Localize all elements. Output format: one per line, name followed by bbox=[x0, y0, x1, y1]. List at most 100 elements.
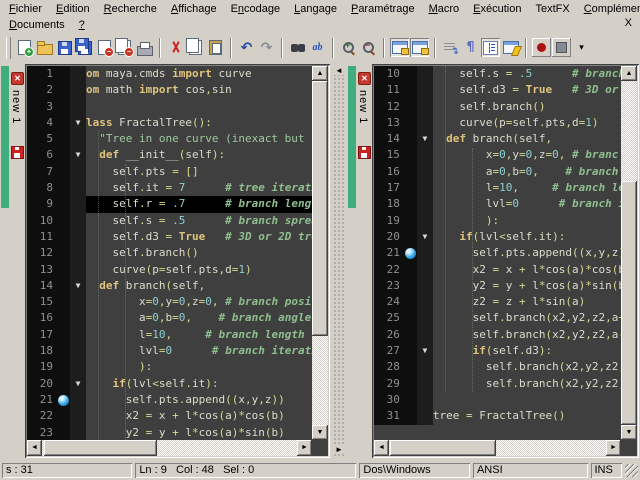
fold-collapse-icon[interactable]: ▼ bbox=[417, 343, 433, 359]
code-line[interactable]: 19 ): bbox=[374, 213, 621, 229]
code-line[interactable]: 23 y2 = y + l*cos(a)*sin(b) bbox=[374, 278, 621, 294]
menu-compl-ments[interactable]: Compléments bbox=[577, 1, 640, 17]
bookmark-margin[interactable] bbox=[404, 245, 417, 261]
bookmark-margin[interactable] bbox=[404, 82, 417, 98]
left-vertical-scrollbar[interactable]: ▲ ▼ bbox=[312, 66, 328, 440]
bookmark-margin[interactable] bbox=[404, 131, 417, 147]
tab-close-icon[interactable]: ✕ bbox=[358, 72, 371, 85]
bookmark-margin[interactable] bbox=[404, 310, 417, 326]
fold-margin[interactable] bbox=[70, 310, 86, 326]
fold-collapse-icon[interactable]: ▼ bbox=[70, 278, 86, 294]
new-file-icon[interactable]: + bbox=[15, 38, 34, 57]
show-all-characters-icon[interactable]: ¶ bbox=[461, 38, 480, 57]
code-line[interactable]: 6▼ def __init__(self): bbox=[27, 147, 312, 163]
fold-margin[interactable] bbox=[70, 164, 86, 180]
bookmark-margin[interactable] bbox=[57, 359, 70, 375]
menu--[interactable]: ? bbox=[72, 17, 92, 33]
resize-grip[interactable] bbox=[625, 464, 638, 477]
fold-margin[interactable] bbox=[417, 310, 433, 326]
code-line[interactable]: 14▼ def branch(self, bbox=[27, 278, 312, 294]
scroll-left-icon[interactable]: ◄ bbox=[374, 440, 389, 456]
code-line[interactable]: 10 self.s = .5 # branch spr bbox=[374, 66, 621, 82]
undo-icon[interactable]: ↶ bbox=[237, 38, 256, 57]
save-icon[interactable] bbox=[55, 38, 74, 57]
fold-margin[interactable] bbox=[70, 180, 86, 196]
close-icon[interactable]: X bbox=[625, 17, 632, 29]
code-line[interactable]: 27▼ if(self.d3): bbox=[374, 343, 621, 359]
fold-margin[interactable] bbox=[70, 294, 86, 310]
fold-margin[interactable] bbox=[417, 327, 433, 343]
bookmark-margin[interactable] bbox=[57, 408, 70, 424]
code-line[interactable]: 4▼lass FractalTree(): bbox=[27, 115, 312, 131]
code-line[interactable]: 26 self.branch(x2,y2,z2,a-s bbox=[374, 327, 621, 343]
menu-encodage[interactable]: Encodage bbox=[224, 1, 288, 17]
scroll-down-icon[interactable]: ▼ bbox=[621, 425, 637, 440]
fold-collapse-icon[interactable]: ▼ bbox=[70, 115, 86, 131]
bookmark-margin[interactable] bbox=[57, 425, 70, 440]
zoom-out-icon[interactable]: − bbox=[359, 38, 378, 57]
bookmark-margin[interactable] bbox=[404, 66, 417, 82]
bookmark-margin[interactable] bbox=[404, 180, 417, 196]
bookmark-margin[interactable] bbox=[404, 99, 417, 115]
code-line[interactable]: 15 x=0,y=0,z=0, # branc bbox=[374, 147, 621, 163]
right-code-view[interactable]: 10 self.s = .5 # branch spr11 self.d3 = … bbox=[374, 66, 621, 440]
fold-margin[interactable] bbox=[70, 262, 86, 278]
code-line[interactable]: 13 curve(p=self.pts,d=1) bbox=[374, 115, 621, 131]
menu-textfx[interactable]: TextFX bbox=[528, 1, 576, 17]
function-completion-icon[interactable] bbox=[501, 38, 520, 57]
save-all-icon[interactable] bbox=[75, 38, 94, 57]
fold-margin[interactable] bbox=[417, 408, 433, 424]
code-line[interactable]: 28 self.branch(x2,y2,z2,a bbox=[374, 359, 621, 375]
menu-ex-cution[interactable]: Exécution bbox=[466, 1, 528, 17]
sync-vertical-scroll-icon[interactable] bbox=[390, 38, 409, 57]
code-line[interactable]: 20▼ if(lvl<self.it): bbox=[27, 376, 312, 392]
bookmark-margin[interactable] bbox=[404, 147, 417, 163]
code-line[interactable]: 29 self.branch(x2,y2,z2,a bbox=[374, 376, 621, 392]
cut-icon[interactable] bbox=[166, 38, 185, 57]
code-line[interactable]: 7 self.pts = [] bbox=[27, 164, 312, 180]
zoom-in-icon[interactable]: + bbox=[339, 38, 358, 57]
menu-param-trage[interactable]: Paramétrage bbox=[344, 1, 422, 17]
code-line[interactable]: 22 x2 = x + l*cos(a)*cos(b) bbox=[27, 408, 312, 424]
fold-margin[interactable] bbox=[417, 278, 433, 294]
fold-margin[interactable] bbox=[417, 115, 433, 131]
left-tab-new1[interactable]: ✕ new 1 bbox=[1, 66, 25, 208]
right-vertical-scrollbar[interactable]: ▲ ▼ bbox=[621, 66, 637, 440]
toolbar-overflow-icon[interactable]: ▾ bbox=[572, 38, 591, 57]
find-icon[interactable] bbox=[288, 38, 307, 57]
right-horizontal-scrollbar[interactable]: ◄ ► bbox=[374, 440, 621, 456]
code-line[interactable]: 31tree = FractalTree() bbox=[374, 408, 621, 424]
bookmark-margin[interactable] bbox=[57, 392, 70, 408]
bookmark-margin[interactable] bbox=[57, 310, 70, 326]
code-line[interactable]: 10 self.s = .5 # branch spreading bbox=[27, 213, 312, 229]
fold-collapse-icon[interactable]: ▼ bbox=[70, 147, 86, 163]
fold-margin[interactable] bbox=[70, 327, 86, 343]
bookmark-margin[interactable] bbox=[404, 376, 417, 392]
fold-margin[interactable] bbox=[417, 359, 433, 375]
bookmark-margin[interactable] bbox=[404, 196, 417, 212]
print-icon[interactable] bbox=[135, 38, 154, 57]
code-line[interactable]: 18 lvl=0 # branch iteration bbox=[27, 343, 312, 359]
bookmark-margin[interactable] bbox=[57, 131, 70, 147]
bookmark-margin[interactable] bbox=[404, 294, 417, 310]
code-line[interactable]: 9 self.r = .7 # branch length fac bbox=[27, 196, 312, 212]
bookmark-margin[interactable] bbox=[404, 343, 417, 359]
bookmark-margin[interactable] bbox=[57, 229, 70, 245]
menu-recherche[interactable]: Recherche bbox=[97, 1, 164, 17]
fold-collapse-icon[interactable]: ▼ bbox=[70, 376, 86, 392]
fold-margin[interactable] bbox=[70, 359, 86, 375]
fold-margin[interactable] bbox=[70, 343, 86, 359]
bookmark-margin[interactable] bbox=[57, 164, 70, 180]
code-line[interactable]: 16 a=0,b=0, # branch angle bbox=[27, 310, 312, 326]
redo-icon[interactable]: ↷ bbox=[257, 38, 276, 57]
fold-collapse-icon[interactable]: ▼ bbox=[417, 229, 433, 245]
bookmark-margin[interactable] bbox=[57, 376, 70, 392]
fold-margin[interactable] bbox=[70, 196, 86, 212]
fold-margin[interactable] bbox=[70, 213, 86, 229]
fold-margin[interactable] bbox=[417, 164, 433, 180]
bookmark-margin[interactable] bbox=[57, 213, 70, 229]
scroll-right-icon[interactable]: ► bbox=[297, 440, 312, 456]
close-all-icon[interactable]: − bbox=[115, 38, 134, 57]
scrollbar-thumb[interactable] bbox=[621, 181, 637, 425]
code-line[interactable]: 18 lvl=0 # branch ite bbox=[374, 196, 621, 212]
